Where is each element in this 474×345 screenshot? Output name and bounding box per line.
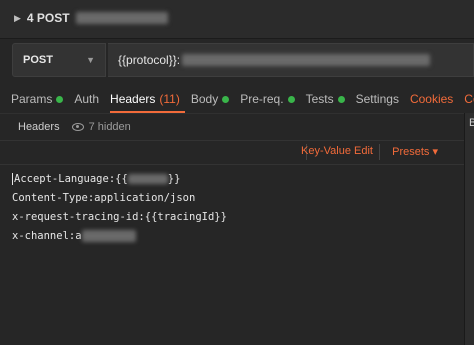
tab-settings[interactable]: Settings <box>356 92 404 113</box>
divider <box>379 144 380 160</box>
tab-label: Headers <box>110 92 156 106</box>
editor-toolbar: Key-Value Edit Presets ▾ <box>0 140 464 165</box>
code-label: Code <box>464 92 474 106</box>
tab-tests[interactable]: Tests <box>306 92 350 113</box>
cookies-link[interactable]: Cookies <box>410 92 458 113</box>
headers-subtab[interactable]: Headers <box>18 121 60 133</box>
editor-line: x-request-tracing-id:{{tracingId}} <box>12 208 462 227</box>
tab-label: Params <box>11 92 53 106</box>
tab-label: Auth <box>74 92 100 106</box>
hidden-headers-toggle[interactable]: 7 hidden <box>71 120 131 133</box>
request-topbar: ▶ 4 POST <box>0 0 474 39</box>
tab-count: (11) <box>159 92 180 106</box>
hidden-count-label: 7 hidden <box>88 120 131 133</box>
request-title[interactable]: ▶ 4 POST <box>14 11 168 25</box>
tab-label: Pre-req. <box>240 92 284 106</box>
cookies-label: Cookies <box>409 92 454 106</box>
tab-label: Body <box>190 92 219 106</box>
redacted-value <box>81 230 136 242</box>
method-select[interactable]: POST ▼ <box>12 43 106 77</box>
status-dot-icon <box>337 95 345 103</box>
url-input[interactable]: {{protocol}}: <box>108 43 474 77</box>
collapse-caret-icon[interactable]: ▶ <box>14 13 21 24</box>
editor-line: x-channel:a <box>12 227 462 246</box>
tab-pre-request[interactable]: Pre-req. <box>240 92 299 113</box>
presets-label: Presets <box>392 146 430 158</box>
tab-label: Settings <box>355 92 399 106</box>
status-dot-icon <box>222 95 230 103</box>
tab-params[interactable]: Params <box>11 92 68 113</box>
tab-body[interactable]: Body <box>191 92 234 113</box>
method-label: POST <box>23 54 53 66</box>
chevron-down-icon: ▼ <box>86 55 95 65</box>
line-text: Content-Type:application/json <box>12 192 196 204</box>
status-dot-icon <box>287 95 295 103</box>
eye-icon <box>71 122 84 131</box>
headers-subbar: Headers 7 hidden <box>0 113 464 139</box>
tab-headers[interactable]: Headers (11) <box>110 92 185 113</box>
line-text-suffix: }} <box>167 173 181 185</box>
redacted-url <box>182 54 431 66</box>
key-value-edit-button[interactable]: Key-Value Edit <box>301 145 373 157</box>
right-panel-label: B <box>469 117 474 129</box>
right-side-panel[interactable]: B <box>464 113 474 345</box>
presets-dropdown[interactable]: Presets ▾ <box>392 145 438 158</box>
code-link[interactable]: Code <box>464 92 474 113</box>
url-text: {{protocol}}: <box>118 53 181 67</box>
tab-auth[interactable]: Auth <box>74 92 104 113</box>
headers-bulk-editor[interactable]: Accept-Language:{{}} Content-Type:applic… <box>12 170 462 246</box>
redacted-value <box>127 174 168 184</box>
request-tabs: Params Auth Headers (11) Body Pre-req. T… <box>0 83 474 113</box>
line-text: Accept-Language:{{ <box>14 173 128 185</box>
redacted-request-name <box>75 12 168 24</box>
editor-line: Accept-Language:{{}} <box>12 170 462 189</box>
tab-label: Tests <box>305 92 334 106</box>
status-dot-icon <box>56 95 64 103</box>
chevron-down-icon: ▾ <box>432 146 438 158</box>
url-row: POST ▼ {{protocol}}: <box>12 43 474 77</box>
request-title-label: 4 POST <box>26 11 70 25</box>
text-cursor <box>12 173 13 185</box>
editor-line: Content-Type:application/json <box>12 189 462 208</box>
line-text: x-channel:a <box>12 230 82 242</box>
line-text: x-request-tracing-id:{{tracingId}} <box>12 211 227 223</box>
